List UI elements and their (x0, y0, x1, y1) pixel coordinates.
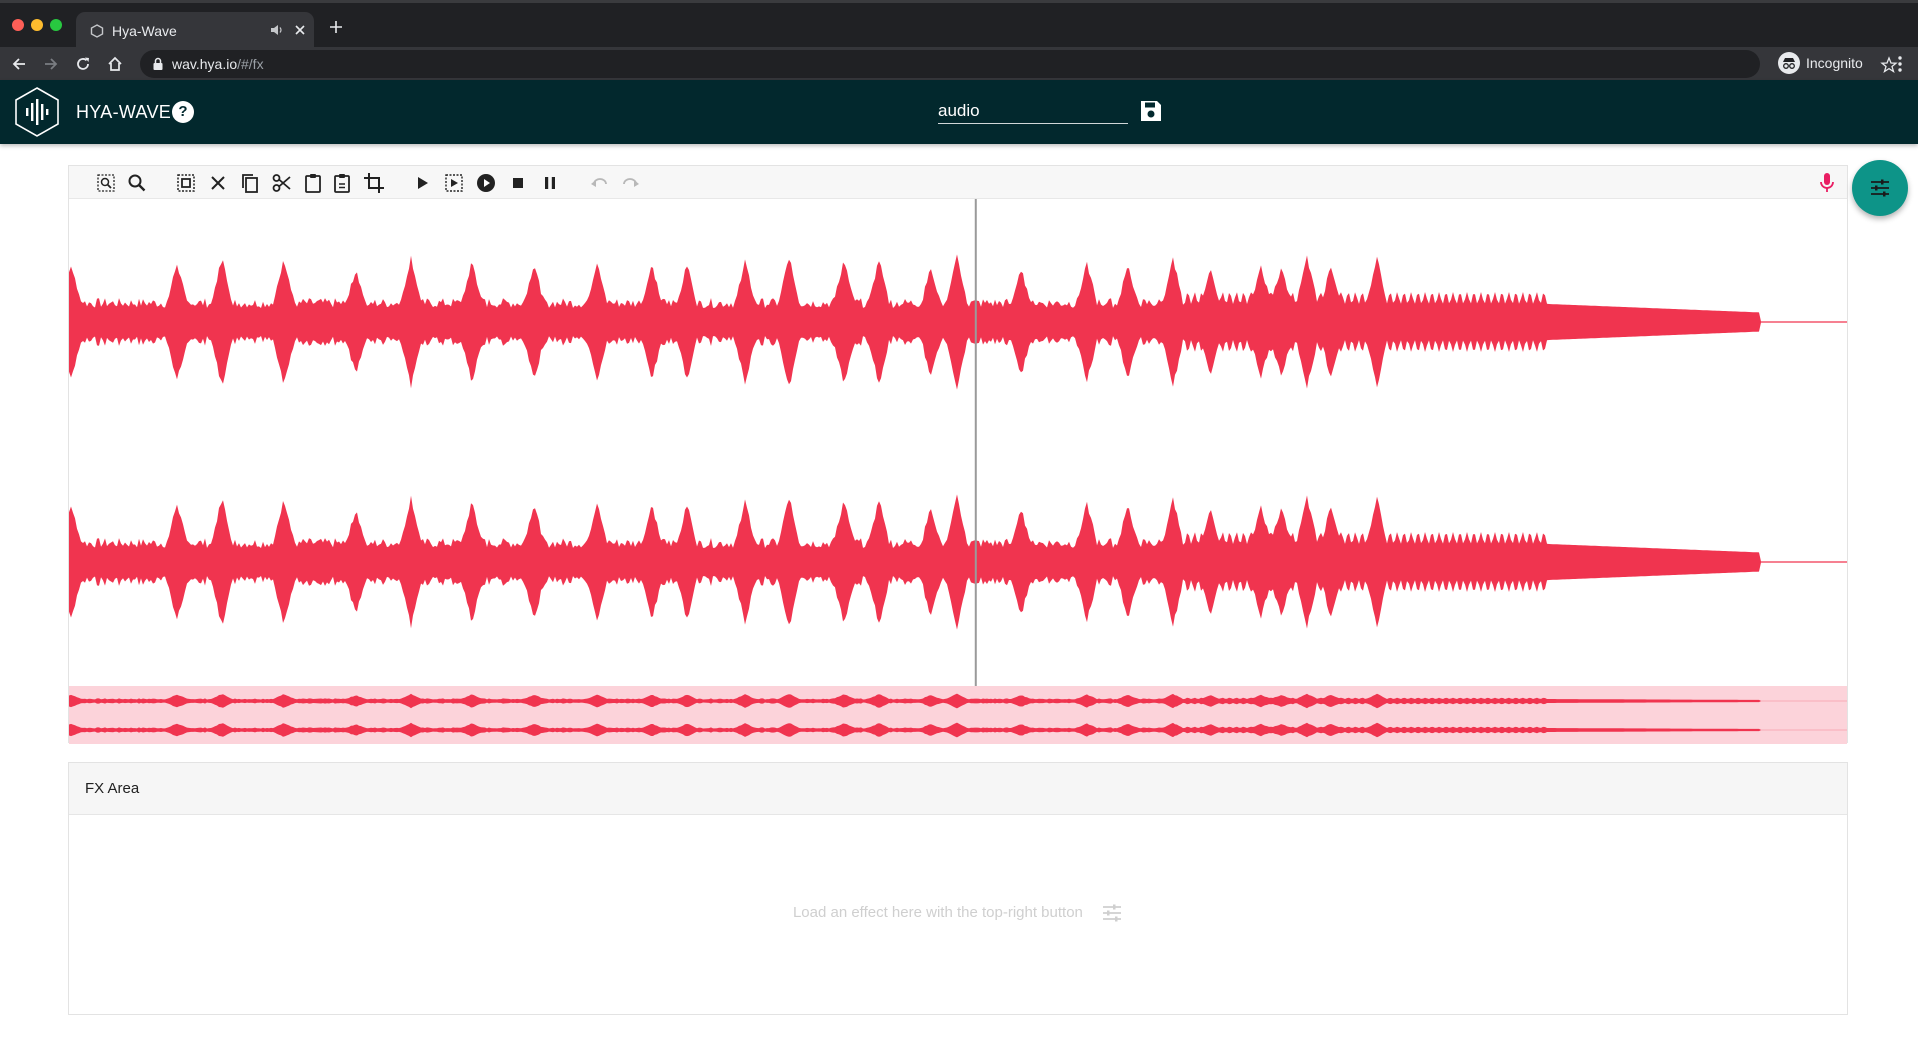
load-effect-button[interactable] (1852, 160, 1908, 216)
waveform-channel (69, 254, 1847, 390)
browser-tabstrip: Hya-Wave (0, 0, 1918, 50)
editor-toolbar (69, 166, 1847, 199)
home-icon[interactable] (106, 55, 124, 73)
back-icon[interactable] (10, 55, 28, 73)
copy-icon[interactable] (239, 172, 261, 194)
waveform-channel (69, 693, 1847, 709)
undo-icon[interactable] (588, 172, 610, 194)
play-loop-icon[interactable] (475, 172, 497, 194)
forward-icon[interactable] (42, 55, 60, 73)
browser-tab[interactable]: Hya-Wave (76, 12, 314, 50)
fx-header: FX Area (69, 763, 1847, 815)
fx-hint-text: Load an effect here with the top-right b… (792, 903, 1083, 921)
incognito-icon (1778, 52, 1800, 74)
new-tab-icon[interactable] (328, 19, 344, 35)
paste-new-icon[interactable] (331, 172, 353, 194)
tab-close-icon[interactable] (292, 22, 308, 38)
stop-icon[interactable] (507, 172, 529, 194)
url-path: /#/fx (237, 56, 264, 72)
address-bar[interactable]: wav.hya.io/#/fx (140, 50, 1898, 78)
window-close-button[interactable] (12, 19, 24, 31)
incognito-indicator[interactable]: Incognito (1778, 50, 1863, 76)
redo-icon[interactable] (620, 172, 642, 194)
zoom-icon[interactable] (126, 172, 148, 194)
play-icon[interactable] (411, 172, 433, 194)
browser-menu-icon[interactable] (1892, 55, 1908, 73)
filename-input[interactable] (938, 96, 1128, 124)
select-region-icon[interactable] (95, 172, 117, 194)
waveform-channel (69, 494, 1847, 630)
waveform-editor (68, 165, 1848, 744)
crop-icon[interactable] (363, 172, 385, 194)
pause-icon[interactable] (539, 172, 561, 194)
save-icon[interactable] (1138, 98, 1164, 124)
clear-selection-icon[interactable] (207, 172, 229, 194)
lock-icon (153, 57, 163, 70)
waveform-channel (69, 722, 1847, 738)
hya-wave-logo-icon[interactable] (12, 86, 62, 138)
app-header: HYA-WAVE ? (0, 80, 1918, 144)
fx-title: FX Area (85, 780, 140, 797)
hexagon-favicon-icon (90, 24, 104, 38)
waveform-overview[interactable] (69, 686, 1847, 744)
microphone-icon[interactable] (1817, 172, 1837, 194)
window-maximize-button[interactable] (50, 19, 62, 31)
fx-area: FX Area Load an effect here with the top… (68, 762, 1848, 1015)
window-minimize-button[interactable] (31, 19, 43, 31)
browser-toolbar: wav.hya.io/#/fx Incognito (0, 47, 1918, 80)
tune-hint-icon (1103, 904, 1122, 922)
paste-icon[interactable] (302, 172, 324, 194)
app-title: HYA-WAVE (76, 102, 172, 122)
tune-icon (1871, 179, 1889, 197)
tab-audio-icon[interactable] (270, 23, 284, 37)
help-icon[interactable]: ? (172, 101, 194, 123)
cut-icon[interactable] (271, 172, 293, 194)
tab-title: Hya-Wave (112, 23, 177, 39)
reload-icon[interactable] (74, 55, 92, 73)
waveform-display[interactable] (69, 199, 1847, 686)
play-selection-icon[interactable] (443, 172, 465, 194)
select-all-icon[interactable] (175, 172, 197, 194)
url-text: wav.hya.io/#/fx (172, 56, 264, 72)
fx-empty-hint: Load an effect here with the top-right b… (69, 903, 1847, 923)
incognito-label: Incognito (1806, 55, 1863, 71)
url-host: wav.hya.io (172, 56, 238, 72)
